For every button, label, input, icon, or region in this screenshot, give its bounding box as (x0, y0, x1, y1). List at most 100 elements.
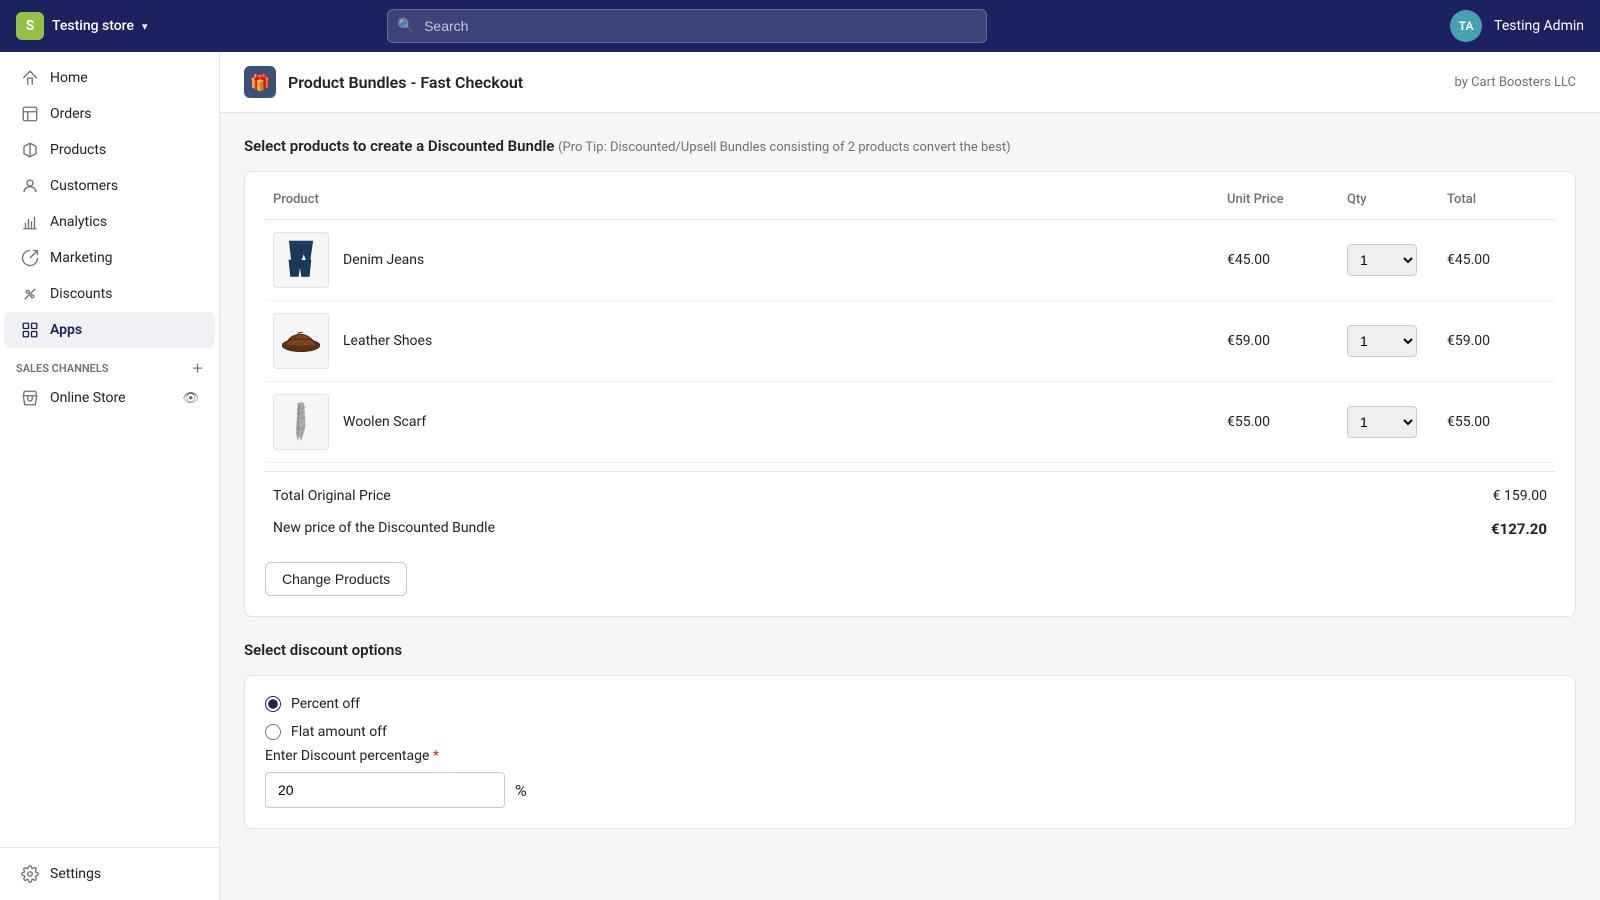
discount-options: Percent off Flat amount off (265, 696, 1555, 740)
product-cell-jeans: Denim Jeans (273, 232, 1227, 288)
sidebar-label-settings: Settings (50, 866, 101, 882)
table-header: Product Unit Price Qty Total (265, 192, 1555, 220)
store-icon (20, 388, 40, 408)
percent-off-option[interactable]: Percent off (265, 696, 1555, 712)
product-price-scarf: €55.00 (1227, 414, 1347, 430)
products-section-heading: Select products to create a Discounted B… (244, 137, 1576, 155)
sidebar: Home Orders Products Customers Analytics… (0, 52, 220, 900)
summary-new-value: €127.20 (1491, 520, 1547, 538)
col-qty: Qty (1347, 192, 1447, 207)
product-name-jeans: Denim Jeans (343, 252, 424, 268)
product-name-scarf: Woolen Scarf (343, 414, 426, 430)
sidebar-item-apps[interactable]: Apps (4, 312, 215, 348)
sidebar-label-orders: Orders (50, 106, 92, 122)
percent-off-label: Percent off (291, 696, 360, 712)
flat-amount-off-label: Flat amount off (291, 724, 387, 740)
summary-original-price-row: Total Original Price € 159.00 (265, 480, 1555, 512)
summary-original-label: Total Original Price (273, 488, 391, 504)
flat-amount-off-option[interactable]: Flat amount off (265, 724, 1555, 740)
home-icon (20, 68, 40, 88)
percent-off-radio[interactable] (265, 696, 281, 712)
product-thumb-jeans (273, 232, 329, 288)
sidebar-item-home[interactable]: Home (4, 60, 215, 96)
page-content: Select products to create a Discounted B… (220, 113, 1600, 877)
analytics-icon (20, 212, 40, 232)
product-price-shoes: €59.00 (1227, 333, 1347, 349)
product-price-jeans: €45.00 (1227, 252, 1347, 268)
discount-card: Percent off Flat amount off Enter Discou… (244, 675, 1576, 829)
sidebar-label-discounts: Discounts (50, 286, 112, 302)
search-input[interactable] (387, 9, 987, 43)
percent-symbol: % (515, 781, 527, 800)
sidebar-item-online-store[interactable]: Online Store 👁 (4, 380, 215, 416)
discount-section: Select discount options Percent off Flat… (244, 641, 1576, 829)
sidebar-item-settings[interactable]: Settings (4, 856, 215, 892)
admin-name: Testing Admin (1494, 18, 1584, 34)
app-icon: 🎁 (244, 66, 276, 98)
main-content: 🎁 Product Bundles - Fast Checkout by Car… (220, 52, 1600, 900)
summary-new-price-row: New price of the Discounted Bundle €127.… (265, 512, 1555, 546)
col-total: Total (1447, 192, 1547, 207)
sales-channels-section: SALES CHANNELS ＋ (0, 348, 219, 380)
products-card: Product Unit Price Qty Total (244, 171, 1576, 617)
app-header-left: 🎁 Product Bundles - Fast Checkout (244, 66, 523, 98)
summary-original-value: € 159.00 (1493, 488, 1547, 504)
app-header: 🎁 Product Bundles - Fast Checkout by Car… (220, 52, 1600, 113)
store-brand[interactable]: S Testing store ▾ (16, 12, 148, 40)
marketing-icon (20, 248, 40, 268)
flat-amount-off-radio[interactable] (265, 724, 281, 740)
sales-channels-label: SALES CHANNELS (16, 362, 109, 375)
product-total-shoes: €59.00 (1447, 333, 1547, 349)
products-section: Select products to create a Discounted B… (244, 137, 1576, 617)
col-product: Product (273, 192, 1227, 207)
sidebar-label-home: Home (50, 70, 88, 86)
add-sales-channel-button[interactable]: ＋ (192, 360, 203, 376)
change-products-button[interactable]: Change Products (265, 562, 407, 596)
table-row: Denim Jeans €45.00 12345 €45.00 (265, 220, 1555, 301)
product-total-jeans: €45.00 (1447, 252, 1547, 268)
sidebar-label-apps: Apps (50, 322, 82, 338)
product-total-scarf: €55.00 (1447, 414, 1547, 430)
summary-new-label: New price of the Discounted Bundle (273, 520, 495, 538)
sidebar-item-orders[interactable]: Orders (4, 96, 215, 132)
discount-field-label: Enter Discount percentage * (265, 748, 1555, 764)
product-cell-shoes: Leather Shoes (273, 313, 1227, 369)
sidebar-item-analytics[interactable]: Analytics (4, 204, 215, 240)
product-qty-scarf[interactable]: 12345 (1347, 406, 1417, 438)
orders-icon (20, 104, 40, 124)
sidebar-label-online-store: Online Store (50, 390, 126, 406)
products-icon (20, 140, 40, 160)
sidebar-item-marketing[interactable]: Marketing (4, 240, 215, 276)
app-title: Product Bundles - Fast Checkout (288, 73, 523, 92)
discount-percentage-input[interactable] (265, 772, 505, 808)
sidebar-item-customers[interactable]: Customers (4, 168, 215, 204)
sidebar-label-customers: Customers (50, 178, 118, 194)
product-thumb-shoes (273, 313, 329, 369)
required-star: * (433, 748, 439, 764)
sidebar-label-products: Products (50, 142, 106, 158)
search-bar: 🔍 (387, 9, 987, 43)
sidebar-label-marketing: Marketing (50, 250, 113, 266)
product-qty-jeans[interactable]: 12345 (1347, 244, 1417, 276)
product-name-shoes: Leather Shoes (343, 333, 432, 349)
sidebar-item-products[interactable]: Products (4, 132, 215, 168)
table-row: Leather Shoes €59.00 12345 €59.00 (265, 301, 1555, 382)
avatar: TA (1450, 10, 1482, 42)
settings-icon (20, 864, 40, 884)
online-store-eye-icon: 👁 (182, 391, 199, 406)
sidebar-label-analytics: Analytics (50, 214, 107, 230)
customers-icon (20, 176, 40, 196)
store-dropdown-icon: ▾ (142, 20, 148, 33)
apps-icon (20, 320, 40, 340)
col-unit-price: Unit Price (1227, 192, 1347, 207)
product-thumb-scarf (273, 394, 329, 450)
sidebar-item-discounts[interactable]: Discounts (4, 276, 215, 312)
shopify-logo: S (16, 12, 44, 40)
product-cell-scarf: Woolen Scarf (273, 394, 1227, 450)
search-icon: 🔍 (397, 18, 414, 34)
top-navigation: S Testing store ▾ 🔍 TA Testing Admin (0, 0, 1600, 52)
discount-section-heading: Select discount options (244, 641, 1576, 659)
topnav-right: TA Testing Admin (1450, 10, 1584, 42)
discounts-icon (20, 284, 40, 304)
product-qty-shoes[interactable]: 12345 (1347, 325, 1417, 357)
